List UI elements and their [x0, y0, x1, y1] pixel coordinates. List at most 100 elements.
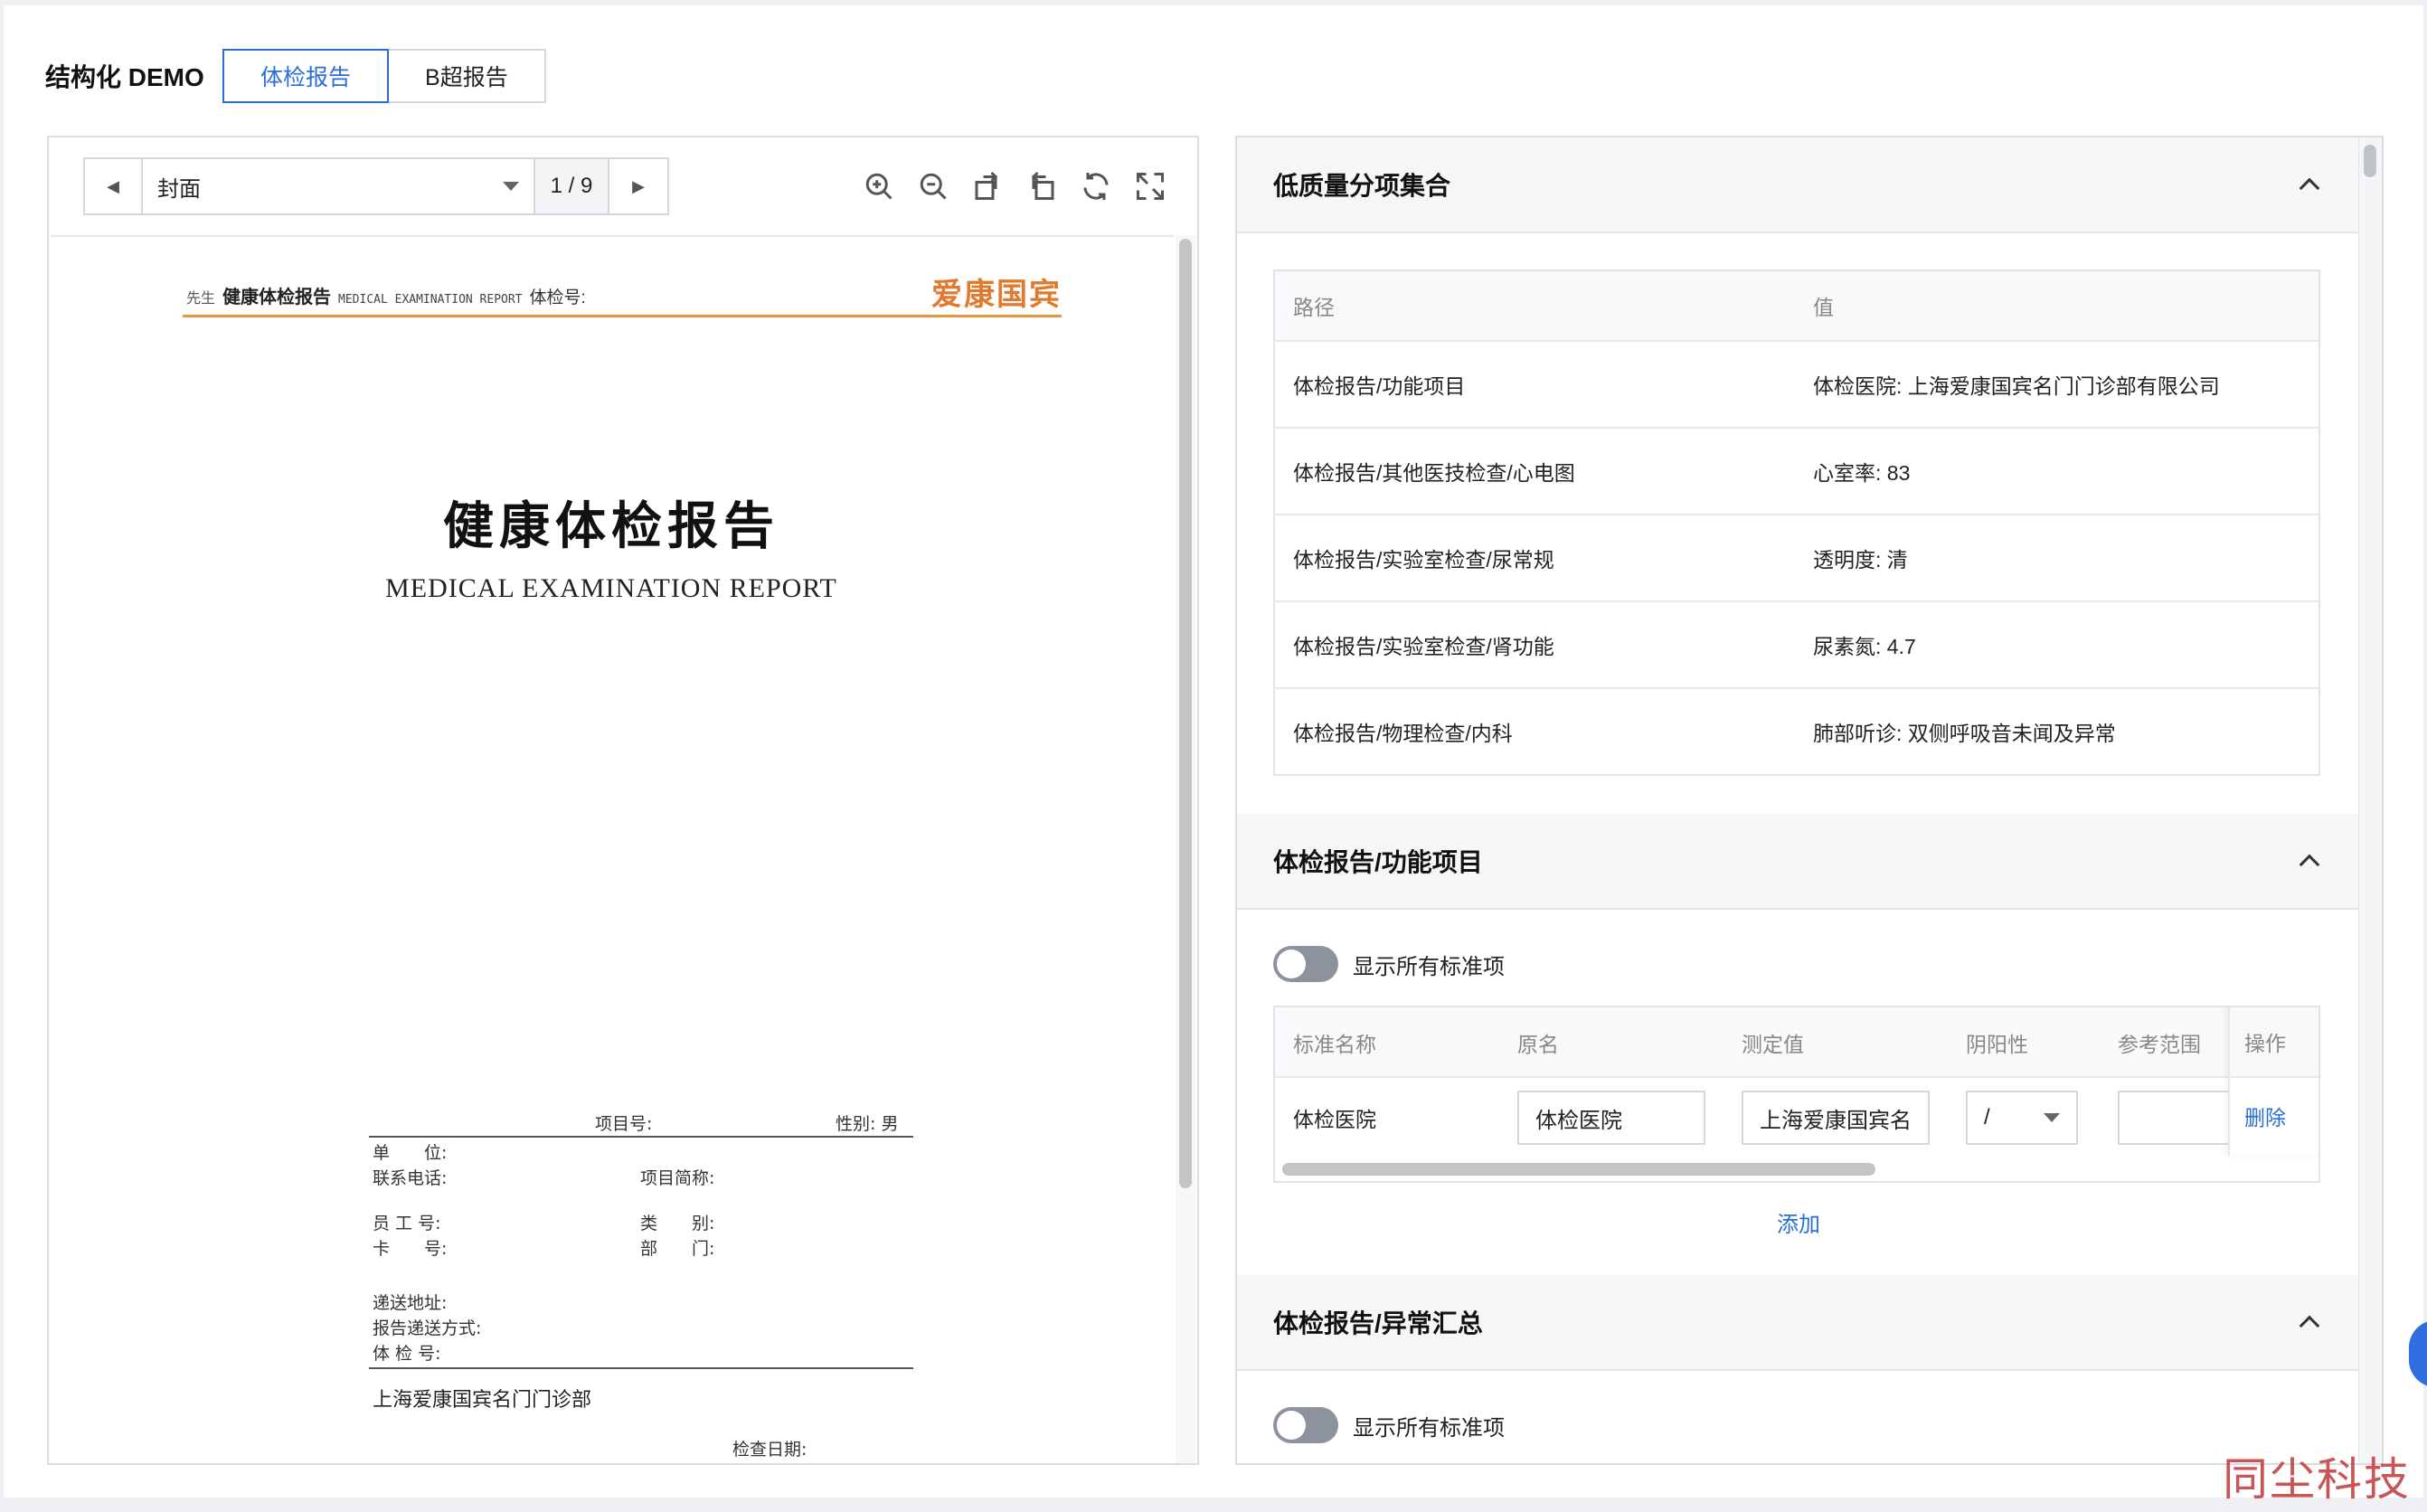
field-employee-no: 员 工 号: [373, 1214, 441, 1233]
column-header-original-name: 原名 [1517, 1033, 1559, 1056]
table-row: 体检报告/物理检查/内科 肺部听诊: 双侧呼吸音未闻及异常 [1274, 688, 2319, 775]
watermark: 同尘科技 [2223, 1453, 2411, 1506]
table-row: 体检报告/实验室检查/肾功能 尿素氮: 4.7 [1274, 601, 2319, 689]
low-quality-table: 路径 值 体检报告/功能项目 体检医院: 上海爱康国宾名门门诊部有限公司 体检报… [1273, 269, 2320, 776]
table-row: 体检报告/功能项目 体检医院: 上海爱康国宾名门门诊部有限公司 [1274, 341, 2319, 429]
show-all-toggle[interactable] [1273, 1407, 1338, 1443]
page-count: 1 / 9 [535, 159, 609, 213]
delete-link[interactable]: 删除 [2230, 1078, 2318, 1154]
panel-scrollbar-thumb[interactable] [2364, 145, 2376, 177]
field-address: 递送地址: [373, 1293, 448, 1313]
doc-head-no: 体检号: [529, 288, 586, 307]
header-divider [183, 315, 1062, 317]
field-exam-date: 检查日期: [732, 1440, 807, 1460]
table-header-row: 路径 值 [1274, 270, 2319, 342]
table-row: 体检报告/实验室检查/尿常规 透明度: 清 [1274, 515, 2319, 602]
rotate-right-icon[interactable] [1025, 170, 1058, 203]
field-unit: 单 位: [373, 1143, 448, 1163]
cell-path: 体检报告/功能项目 [1274, 341, 1795, 429]
app-title: 结构化 DEMO [45, 63, 204, 91]
clinic-name: 上海爱康国宾名门门诊部 [373, 1388, 592, 1411]
section-title: 低质量分项集合 [1273, 172, 1451, 200]
polarity-value: / [1984, 1105, 1990, 1129]
field-exam-no: 体 检 号: [373, 1344, 441, 1364]
original-name-input[interactable]: 体检医院 [1517, 1091, 1705, 1145]
section-abnormal-summary-header[interactable]: 体检报告/异常汇总 [1237, 1275, 2360, 1371]
field-department: 部 门: [640, 1239, 715, 1259]
tab-bar: 体检报告 B超报告 [222, 49, 546, 103]
column-header-value: 值 [1795, 270, 2319, 342]
section-title: 体检报告/异常汇总 [1273, 1309, 1483, 1337]
table-row: 体检报告/其他医技检查/心电图 心室率: 83 [1274, 428, 2319, 515]
tab-physical-exam[interactable]: 体检报告 [222, 49, 390, 103]
toggle-label: 显示所有标准项 [1353, 1415, 1505, 1441]
measured-value-input[interactable]: 上海爱康国宾名 [1742, 1091, 1930, 1145]
prev-page-button[interactable]: ◀ [85, 159, 143, 213]
show-all-toggle-row: 显示所有标准项 [1273, 946, 1505, 982]
column-header-action: 操作 [2230, 1007, 2318, 1078]
fullscreen-icon[interactable] [1134, 170, 1166, 203]
doc-head-title: 健康体检报告 [222, 288, 332, 307]
column-header-measured: 测定值 [1742, 1033, 1804, 1056]
function-items-grid: 标准名称 原名 测定值 阴阳性 参考范围 体检医院 体检医院 上海爱康国宾名 /… [1273, 1006, 2320, 1183]
field-gender: 性别: 男 [836, 1114, 899, 1134]
cell-value: 体检医院: 上海爱康国宾名门门诊部有限公司 [1795, 341, 2319, 429]
document-viewer: ◀ 封面 1 / 9 ▶ 先生 健康体检报告 MEDICAL EXAMINATI… [47, 136, 1199, 1465]
chevron-up-icon[interactable] [2299, 177, 2320, 199]
page-select-value: 封面 [157, 176, 201, 202]
document-title: 健康体检报告 [443, 496, 779, 556]
zoom-in-icon[interactable] [863, 170, 895, 203]
triangle-right-icon: ▶ [632, 176, 645, 195]
viewer-scrollbar-thumb[interactable] [1179, 239, 1192, 1188]
column-header-standard-name: 标准名称 [1293, 1033, 1376, 1056]
brand-logo: 爱康国宾 [931, 278, 1062, 312]
section-function-items-header[interactable]: 体检报告/功能项目 [1237, 814, 2360, 910]
divider [369, 1136, 913, 1138]
app-window: 结构化 DEMO 体检报告 B超报告 ◀ 封面 1 / 9 ▶ 先生 健康体检报… [4, 5, 2423, 1498]
page-navigator: ◀ 封面 1 / 9 ▶ [83, 157, 669, 215]
refresh-icon[interactable] [1080, 170, 1112, 203]
section-title: 体检报告/功能项目 [1273, 848, 1483, 876]
toggle-label: 显示所有标准项 [1353, 954, 1505, 979]
show-all-toggle[interactable] [1273, 946, 1338, 982]
column-header-polarity: 阴阳性 [1966, 1033, 2028, 1056]
field-card-no: 卡 号: [373, 1239, 448, 1259]
document-header: 先生 健康体检报告 MEDICAL EXAMINATION REPORT 体检号… [186, 282, 586, 308]
caret-down-icon [503, 182, 519, 191]
field-category: 类 别: [640, 1214, 715, 1233]
section-low-quality-header[interactable]: 低质量分项集合 [1237, 137, 2360, 233]
caret-down-icon [2044, 1113, 2060, 1122]
cell-value: 心室率: 83 [1795, 428, 2319, 515]
document-page: 先生 健康体检报告 MEDICAL EXAMINATION REPORT 体检号… [51, 235, 1174, 1463]
cell-path: 体检报告/实验室检查/尿常规 [1274, 515, 1795, 602]
cell-path: 体检报告/其他医技检查/心电图 [1274, 428, 1795, 515]
cell-standard-name: 体检医院 [1293, 1108, 1376, 1131]
page-select[interactable]: 封面 [143, 159, 535, 213]
next-page-button[interactable]: ▶ [609, 159, 667, 213]
chevron-up-icon[interactable] [2299, 1315, 2320, 1337]
doc-head-prefix: 先生 [186, 291, 216, 307]
cell-path: 体检报告/物理检查/内科 [1293, 722, 1513, 745]
operation-column: 操作 删除 [2228, 1007, 2318, 1156]
viewer-toolbar [863, 170, 1166, 203]
field-project-no: 项目号: [595, 1114, 653, 1134]
chevron-up-icon[interactable] [2299, 854, 2320, 875]
document-subtitle: MEDICAL EXAMINATION REPORT [385, 573, 837, 603]
zoom-out-icon[interactable] [917, 170, 949, 203]
polarity-select[interactable]: / [1966, 1091, 2078, 1145]
column-header-reference: 参考范围 [2118, 1033, 2201, 1056]
grid-horizontal-scrollbar[interactable] [1282, 1163, 1875, 1176]
reference-range-input[interactable] [2118, 1091, 2244, 1145]
field-delivery: 报告递送方式: [373, 1318, 482, 1338]
add-row-link[interactable]: 添加 [1237, 1206, 2360, 1238]
structured-result-panel: 低质量分项集合 路径 值 体检报告/功能项目 体检医院: 上海爱康国宾名门门诊部… [1235, 136, 2384, 1465]
field-phone: 联系电话: [373, 1168, 448, 1188]
cell-value: 尿素氮: 4.7 [1795, 601, 2319, 689]
tab-ultrasound[interactable]: B超报告 [389, 49, 546, 103]
field-project-name: 项目简称: [640, 1168, 715, 1188]
cell-value: 肺部听诊: 双侧呼吸音未闻及异常 [1813, 722, 2116, 745]
triangle-left-icon: ◀ [107, 176, 119, 195]
panel-scrollbar[interactable] [2358, 137, 2382, 1463]
rotate-left-icon[interactable] [971, 170, 1004, 203]
cell-path: 体检报告/实验室检查/肾功能 [1274, 601, 1795, 689]
